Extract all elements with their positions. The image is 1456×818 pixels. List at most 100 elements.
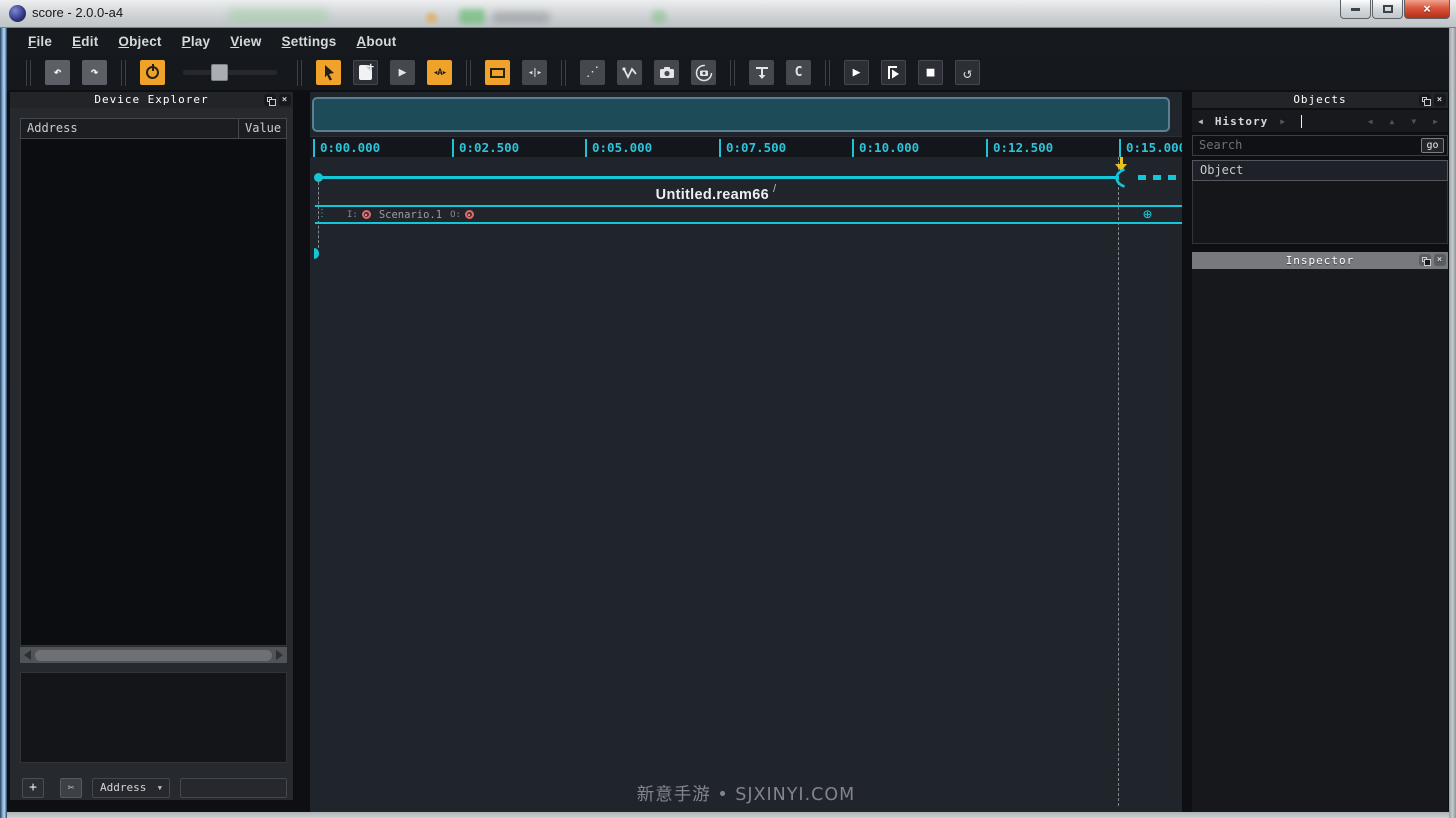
object-list[interactable] bbox=[1192, 181, 1448, 244]
nav-down-icon[interactable]: ▼ bbox=[1411, 117, 1416, 126]
add-condition-button[interactable]: C bbox=[786, 60, 811, 85]
grow-mode-button[interactable]: ◂|▸ bbox=[522, 60, 547, 85]
window-title: score - 2.0.0-a4 bbox=[32, 5, 123, 20]
float-icon bbox=[1422, 257, 1427, 262]
scenario-slot[interactable]: ⋮ I: Scenario.1 O: ⊕ bbox=[315, 205, 1182, 224]
minimize-button[interactable] bbox=[1340, 0, 1371, 19]
output-state-icon[interactable] bbox=[465, 210, 474, 219]
close-panel-button[interactable]: × bbox=[1434, 94, 1446, 106]
split-icon: ◂|▸ bbox=[528, 68, 541, 78]
float-panel-button[interactable] bbox=[1419, 254, 1431, 266]
device-explorer-controls: + ✂ Address ▼ bbox=[10, 778, 293, 800]
inspector-titlebar[interactable]: Inspector × bbox=[1192, 252, 1448, 269]
chevron-down-icon: ▼ bbox=[158, 779, 162, 797]
tab-scroll-left-icon[interactable]: ◀ bbox=[1192, 117, 1209, 126]
column-address[interactable]: Address bbox=[21, 119, 239, 138]
scale-mode-button[interactable]: ◂A▸ bbox=[427, 60, 452, 85]
objects-panel-titlebar[interactable]: Objects × bbox=[1192, 92, 1448, 108]
play-from-here-button[interactable] bbox=[881, 60, 906, 85]
nav-up-icon[interactable]: ▲ bbox=[1390, 117, 1395, 126]
interval-name[interactable]: Untitled.ream66 bbox=[656, 187, 769, 203]
scrollbar-thumb[interactable] bbox=[35, 650, 272, 661]
transport-play-button[interactable]: ▶ bbox=[844, 60, 869, 85]
slider-knob[interactable] bbox=[211, 64, 228, 81]
listening-toggle-button[interactable] bbox=[140, 60, 165, 85]
reinitialize-icon: ↺ bbox=[963, 64, 972, 82]
start-state-marker[interactable] bbox=[314, 248, 319, 259]
menu-edit[interactable]: Edit bbox=[62, 30, 108, 53]
add-device-button[interactable]: + bbox=[22, 778, 44, 798]
transport-stop-button[interactable]: ■ bbox=[918, 60, 943, 85]
close-button[interactable]: × bbox=[1404, 0, 1450, 19]
curve-mode-button[interactable] bbox=[617, 60, 642, 85]
tab-history[interactable]: History bbox=[1209, 115, 1274, 128]
flexible-duration-dash bbox=[1138, 175, 1146, 180]
add-trigger-button[interactable] bbox=[749, 60, 774, 85]
tick-label: 0:12.500 bbox=[993, 140, 1053, 155]
time-ruler[interactable]: 0:00.000 0:02.500 0:05.000 0:07.500 0:10… bbox=[310, 136, 1182, 157]
float-panel-button[interactable] bbox=[1419, 94, 1431, 106]
scroll-right-icon[interactable] bbox=[276, 650, 283, 660]
undo-button[interactable]: ↶ bbox=[45, 60, 70, 85]
rack-toggle-icon[interactable]: / bbox=[773, 183, 776, 195]
device-tree-view[interactable] bbox=[20, 139, 287, 646]
titlebar[interactable]: score - 2.0.0-a4 × bbox=[0, 0, 1456, 28]
address-mode-dropdown[interactable]: Address ▼ bbox=[92, 778, 170, 798]
reinitialize-button[interactable]: ↺ bbox=[955, 60, 980, 85]
close-icon: × bbox=[279, 94, 291, 106]
search-go-button[interactable]: go bbox=[1421, 138, 1444, 153]
redo-button[interactable]: ↷ bbox=[82, 60, 107, 85]
interval-start-point[interactable] bbox=[314, 173, 323, 182]
menu-about[interactable]: About bbox=[346, 30, 406, 53]
select-tool-button[interactable] bbox=[316, 60, 341, 85]
tab-scroll-right-icon[interactable]: ▶ bbox=[1274, 117, 1291, 126]
object-search-bar[interactable]: Search go bbox=[1192, 135, 1448, 156]
inspector-body bbox=[1192, 269, 1448, 812]
scenario-canvas[interactable]: 0:00.000 0:02.500 0:05.000 0:07.500 0:10… bbox=[310, 92, 1182, 812]
close-icon: × bbox=[1434, 94, 1446, 106]
menu-file[interactable]: File bbox=[18, 30, 62, 53]
float-icon bbox=[1422, 97, 1427, 102]
flexible-end-brace-icon[interactable] bbox=[1111, 168, 1126, 188]
output-label: O: bbox=[450, 210, 461, 220]
interval-title[interactable]: Untitled.ream66/ bbox=[310, 187, 1118, 203]
window-frame-left bbox=[0, 28, 7, 818]
record-parameters-button[interactable] bbox=[691, 60, 716, 85]
toolbar-separator bbox=[26, 60, 31, 86]
snapshot-button[interactable]: ⋰ bbox=[580, 60, 605, 85]
nav-forward-icon[interactable]: ▶ bbox=[1433, 117, 1438, 126]
play-tool-button[interactable]: ▶ bbox=[390, 60, 415, 85]
scenario-area[interactable]: Untitled.ream66/ ⋮ I: Scenario.1 O: ⊕ bbox=[310, 157, 1182, 812]
interval-bar[interactable] bbox=[318, 176, 1119, 179]
close-panel-button[interactable]: × bbox=[1434, 254, 1446, 266]
search-input[interactable]: Search bbox=[1199, 138, 1242, 152]
remove-device-button[interactable]: ✂ bbox=[60, 778, 82, 798]
timeline-minimap[interactable] bbox=[312, 97, 1170, 132]
create-tool-button[interactable] bbox=[353, 60, 378, 85]
address-value-input[interactable] bbox=[180, 778, 287, 798]
input-state-icon[interactable] bbox=[362, 210, 371, 219]
menu-view[interactable]: View bbox=[220, 30, 271, 53]
menu-object[interactable]: Object bbox=[108, 30, 171, 53]
window-frame-right bbox=[1449, 28, 1456, 818]
close-panel-button[interactable]: × bbox=[279, 94, 291, 106]
device-explorer-titlebar[interactable]: Device Explorer × bbox=[10, 92, 293, 108]
record-button[interactable] bbox=[654, 60, 679, 85]
menu-settings[interactable]: Settings bbox=[272, 30, 347, 53]
toolbar-separator bbox=[121, 60, 126, 86]
rescale-mode-button[interactable] bbox=[485, 60, 510, 85]
rectangle-icon bbox=[490, 68, 505, 78]
glass-artifact bbox=[426, 13, 437, 23]
scenario-name[interactable]: Scenario.1 bbox=[379, 209, 442, 221]
menu-play[interactable]: Play bbox=[172, 30, 221, 53]
scroll-left-icon[interactable] bbox=[24, 650, 31, 660]
maximize-button[interactable] bbox=[1372, 0, 1403, 19]
column-value[interactable]: Value bbox=[239, 119, 286, 138]
float-panel-button[interactable] bbox=[264, 94, 276, 106]
crosshair-icon[interactable]: ⊕ bbox=[1143, 206, 1152, 222]
object-column-header[interactable]: Object bbox=[1192, 160, 1448, 181]
speed-slider[interactable] bbox=[183, 70, 277, 75]
device-tree-hscrollbar[interactable] bbox=[20, 647, 287, 663]
slot-drag-handle[interactable]: ⋮ bbox=[317, 207, 327, 221]
nav-back-icon[interactable]: ◀ bbox=[1368, 117, 1373, 126]
